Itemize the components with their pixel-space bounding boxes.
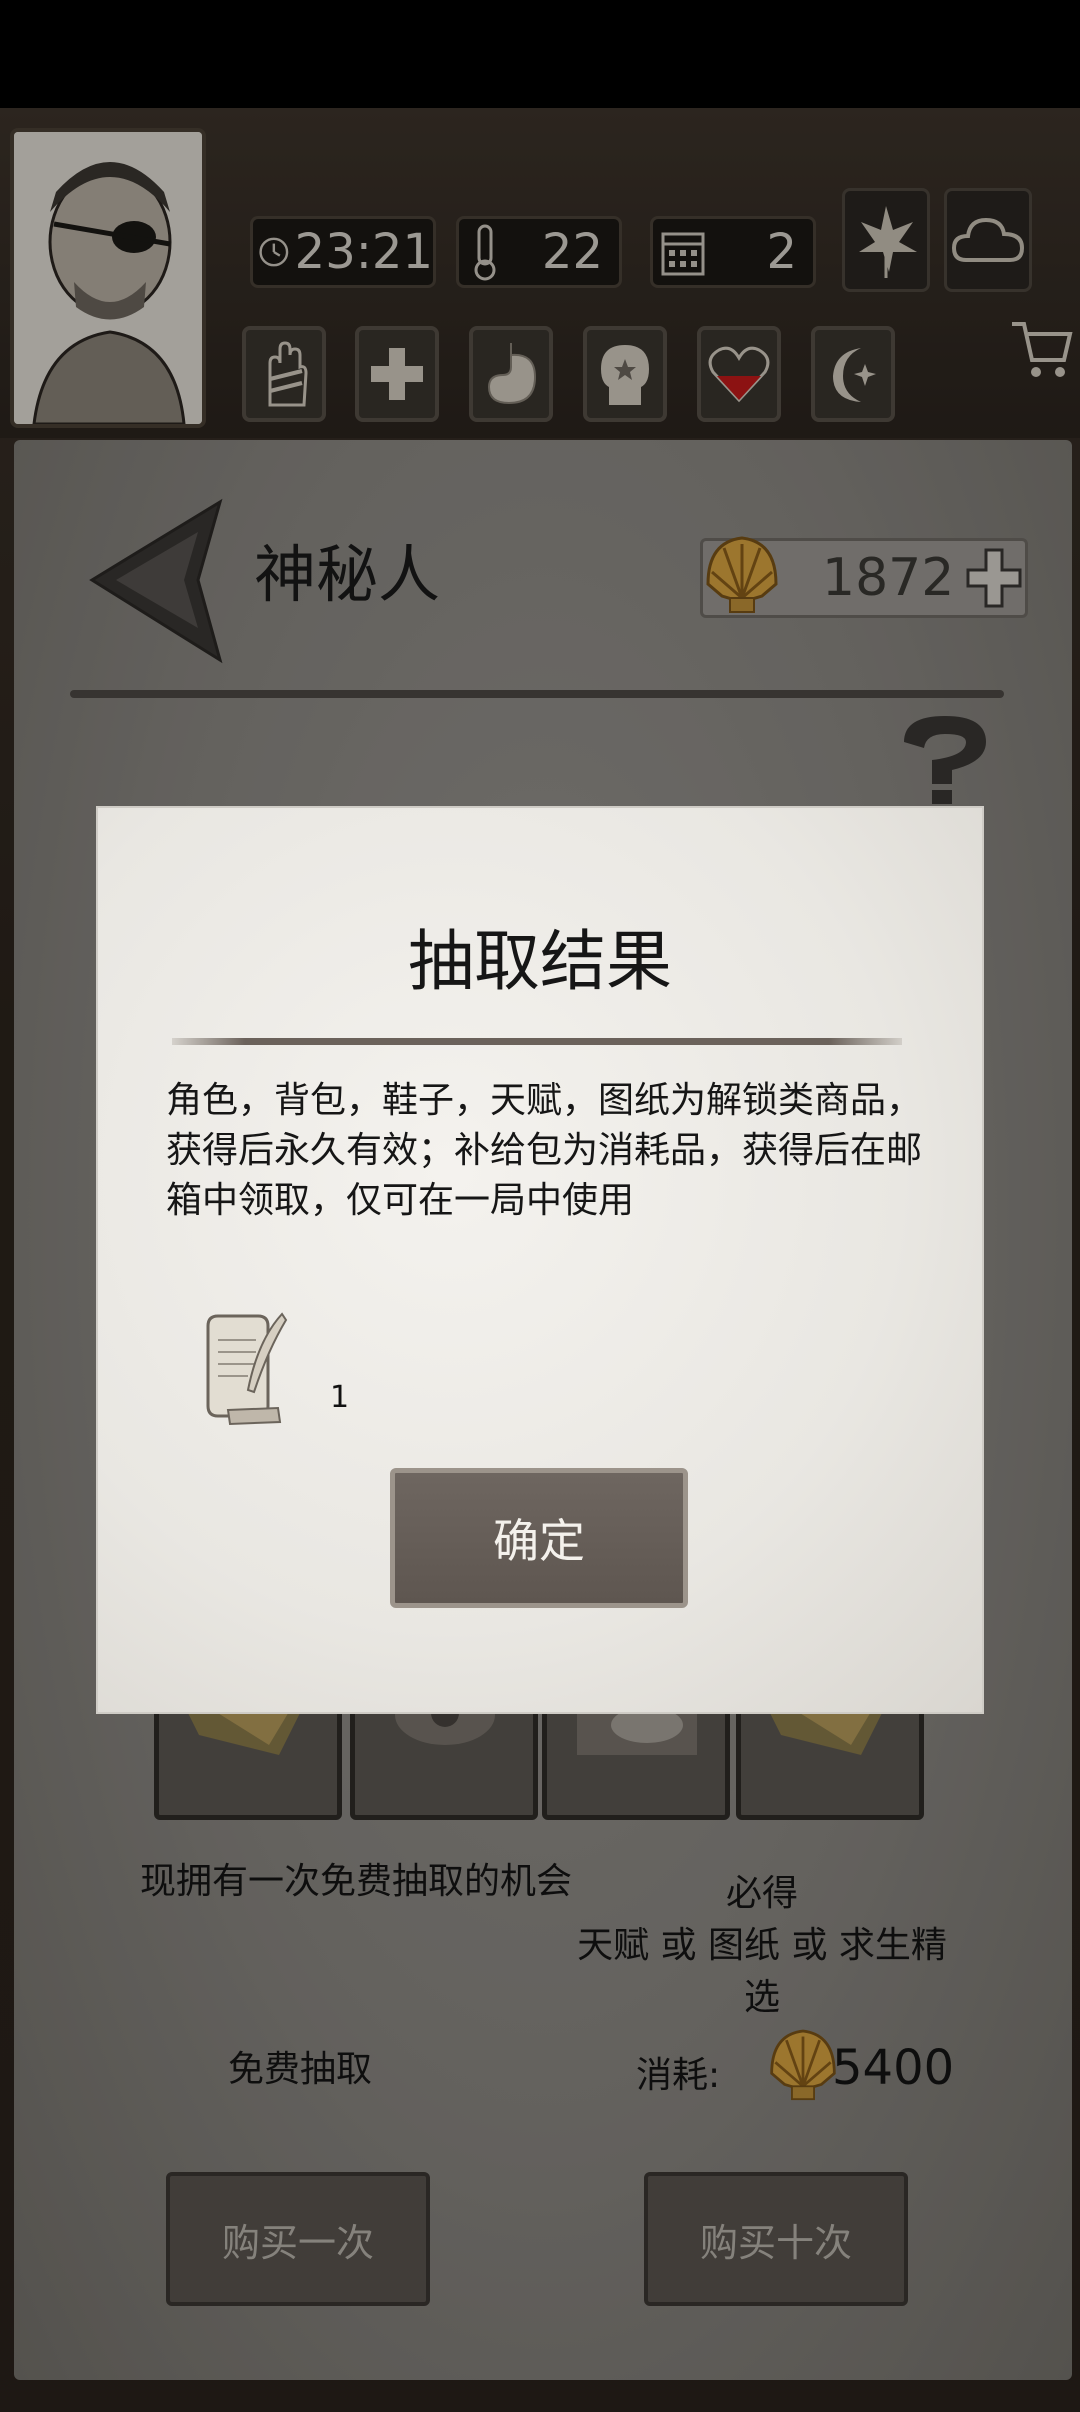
dialog-divider: [172, 1038, 902, 1045]
confirm-button[interactable]: 确定: [390, 1468, 688, 1608]
scroll-quill-icon: [206, 1312, 288, 1426]
dialog-description: 角色，背包，鞋子，天赋，图纸为解锁类商品，获得后永久有效；补给包为消耗品，获得后…: [166, 1080, 923, 1221]
reward-count: 1: [330, 1380, 350, 1415]
dialog-title: 抽取结果: [408, 923, 672, 1000]
confirm-label: 确定: [493, 1514, 585, 1568]
reward-item: [198, 1310, 290, 1428]
draw-result-dialog: 抽取结果 角色，背包，鞋子，天赋，图纸为解锁类商品，获得后永久有效；补给包为消耗…: [98, 808, 982, 1712]
